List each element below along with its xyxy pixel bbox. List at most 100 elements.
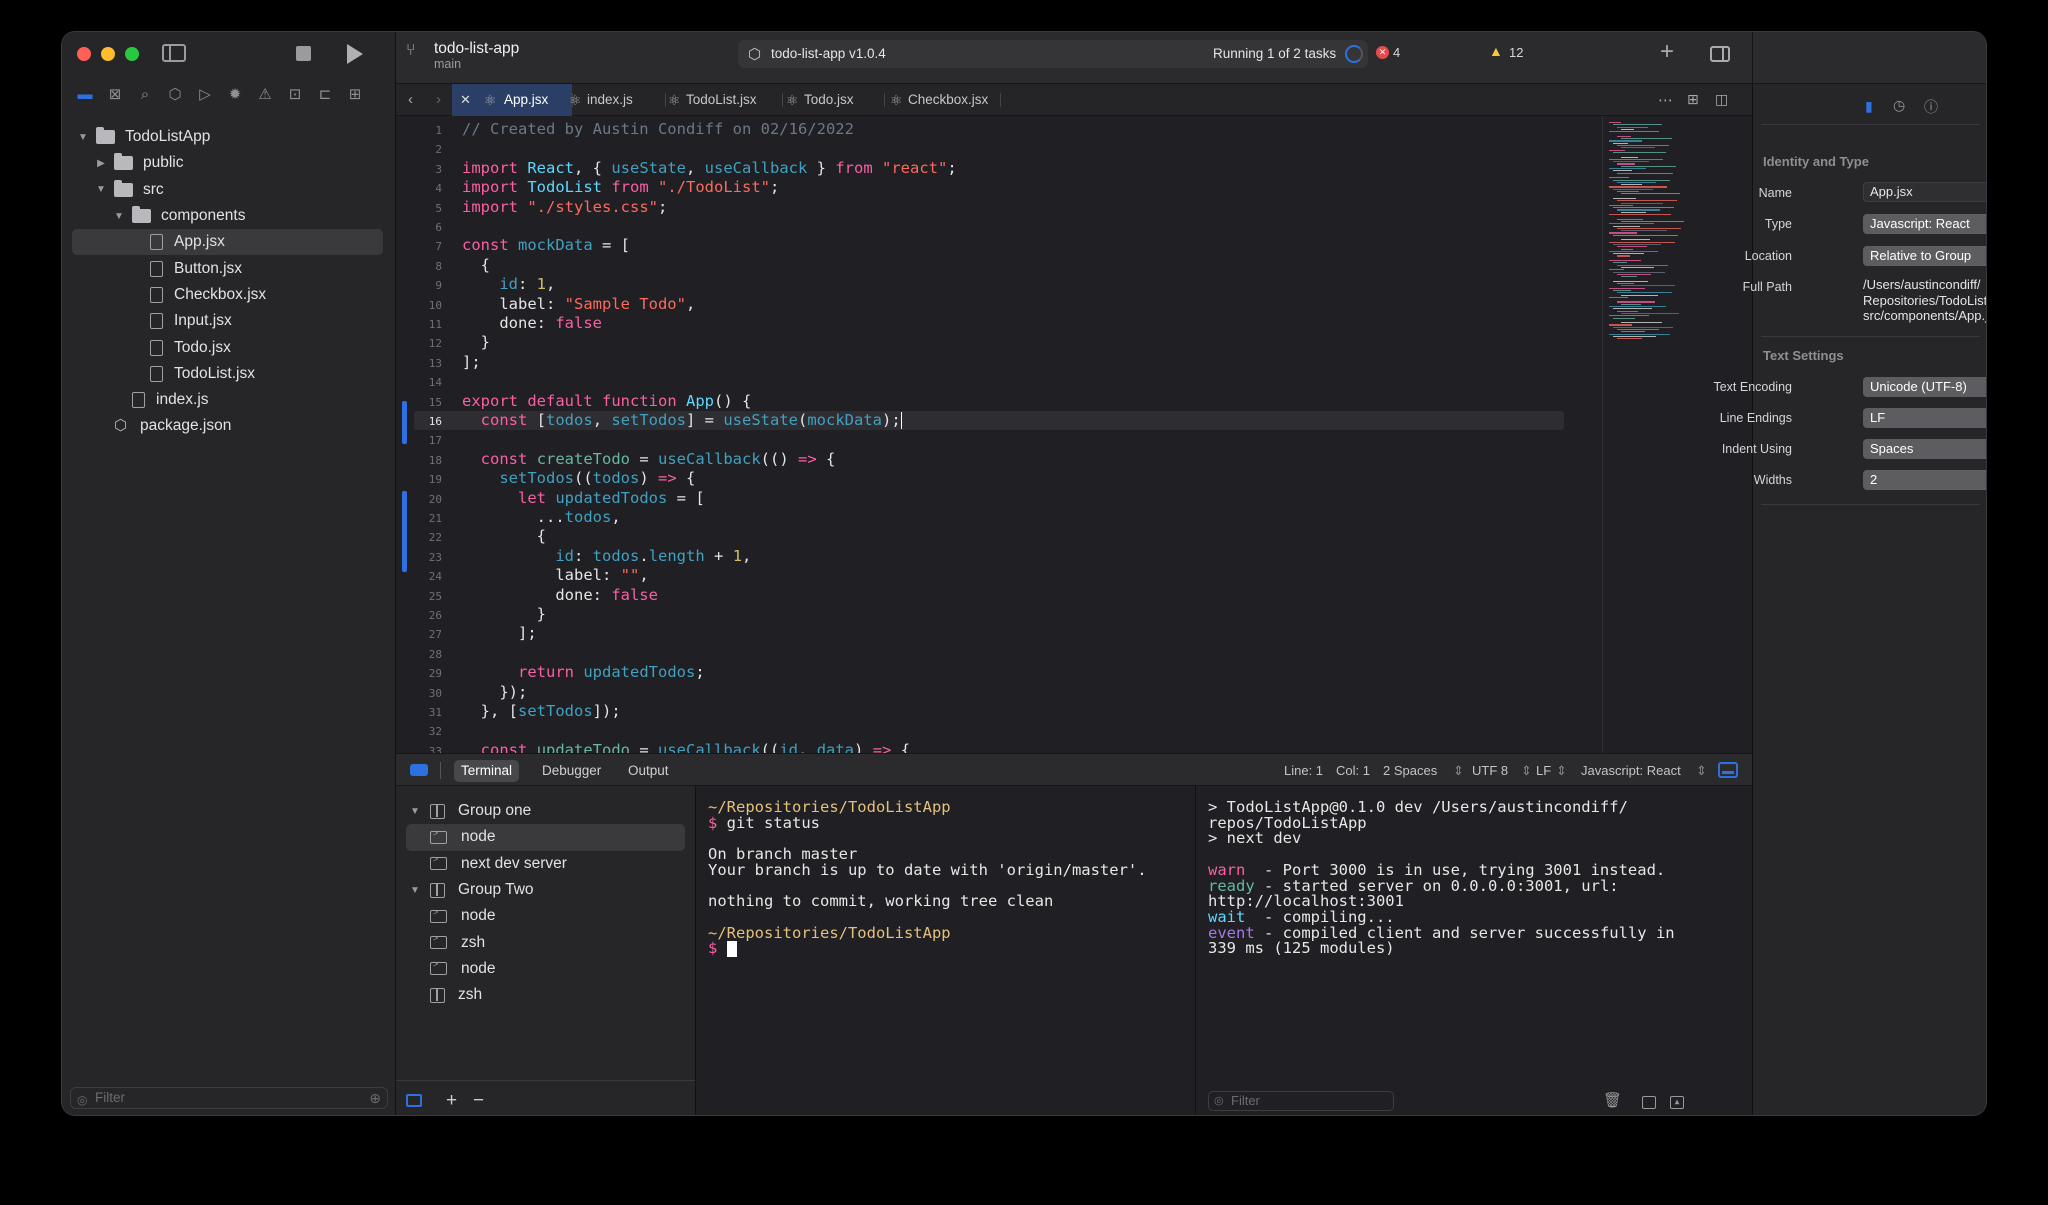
code-line[interactable]: done: false [462,586,658,604]
language-setting[interactable]: Javascript: React [1581,754,1681,787]
terminal-session-item[interactable]: ▼ Group Two [406,877,685,903]
warning-icon[interactable]: ▲ [1489,43,1503,59]
error-icon[interactable]: ✕ [1376,46,1389,59]
code-line[interactable]: label: "Sample Todo", [462,295,695,313]
navigator-filter-field[interactable]: ◎ Filter ⊕ [70,1087,388,1109]
code-line[interactable]: const mockData = [ [462,236,630,254]
warning-icon[interactable]: ⚠ [254,84,276,106]
tree-item[interactable]: Input.jsx [72,308,383,334]
terminal-session-item[interactable]: next dev server [406,851,685,877]
chevron-down-icon[interactable]: ▼ [410,806,424,817]
history-icon[interactable]: ◷ [1893,97,1905,114]
file-inspector-tab-icon[interactable]: ▮ [1865,98,1873,115]
source-control-icon[interactable]: ⊠ [104,84,126,106]
indent-setting[interactable]: 2 Spaces [1383,754,1437,787]
help-icon[interactable]: ⓘ [1924,97,1938,117]
language-chevron-icon[interactable]: ⇕ [1696,754,1707,787]
editor-tab[interactable]: ✕ ⚛ App.jsx [452,84,572,116]
chevron-right-icon[interactable]: ▶ [94,158,108,169]
line-endings-popup[interactable]: LF⇕ [1863,408,1986,428]
project-name[interactable]: todo-list-app [434,40,519,58]
encoding-popup[interactable]: Unicode (UTF-8)⇕ [1863,377,1986,397]
code-line[interactable]: { [462,527,546,545]
chevron-down-icon[interactable]: ▼ [410,885,424,896]
forward-chevron-icon[interactable]: › [436,91,441,108]
type-popup[interactable]: Javascript: React⇕ [1863,214,1986,234]
name-field[interactable]: App.jsx [1863,182,1986,202]
code-line[interactable]: label: "", [462,566,648,584]
folder-navigator-icon[interactable]: ▬ [74,84,96,106]
zoom-window-button[interactable] [125,47,139,61]
trash-icon[interactable]: 🗑 [1603,1091,1622,1109]
debug-bug-icon[interactable]: ✹ [224,84,246,106]
terminal-session-item[interactable]: zsh [406,982,685,1008]
code-line[interactable]: id: todos.length + 1, [462,547,751,565]
code-line[interactable]: export default function App() { [462,392,751,410]
chevron-down-icon[interactable]: ▼ [94,184,108,195]
terminal-pane-right[interactable]: > TodoListApp@0.1.0 dev /Users/austincon… [1196,786,1752,1115]
code-line[interactable]: ...todos, [462,508,621,526]
tree-item[interactable]: Button.jsx [72,255,383,281]
warning-count[interactable]: 12 [1509,45,1523,60]
minimize-window-button[interactable] [101,47,115,61]
split-editor-icon[interactable]: ◫ [1715,91,1728,108]
stop-icon[interactable] [296,46,311,61]
more-options-icon[interactable]: ⋯ [1658,91,1673,109]
terminal-session-item[interactable]: node [406,956,685,982]
scheme-selector[interactable]: todo-list-app v1.0.4 [771,46,886,61]
code-line[interactable]: import React, { useState, useCallback } … [462,159,957,177]
debug-panel-toggle-icon[interactable] [1718,762,1738,778]
tree-item[interactable]: TodoList.jsx [72,361,383,387]
code-line[interactable]: return updatedTodos; [462,663,705,681]
error-count[interactable]: 4 [1393,45,1400,60]
terminal-session-item[interactable]: zsh [406,929,685,955]
tree-item[interactable]: Checkbox.jsx [72,282,383,308]
code-line[interactable]: ]; [462,353,481,371]
terminal-session-item[interactable]: ▼ Group one [406,798,685,824]
widths-popup[interactable]: 2⇕ [1863,470,1986,490]
add-session-icon[interactable]: + [446,1090,457,1112]
maximize-terminal-icon[interactable]: ▲ [1670,1096,1684,1109]
close-tab-icon[interactable]: ✕ [460,84,471,116]
inspector-toggle-icon[interactable] [1710,46,1730,62]
add-icon[interactable]: + [1660,38,1674,66]
tab-debugger[interactable]: Debugger [535,760,608,782]
chevron-down-icon[interactable]: ▼ [112,211,126,222]
tab-terminal[interactable]: Terminal [454,760,520,782]
tab-output[interactable]: Output [621,760,676,782]
code-line[interactable]: } [462,333,490,351]
code-line[interactable]: } [462,605,546,623]
endings-chevron-icon[interactable]: ⇕ [1556,754,1567,787]
tree-item[interactable]: ▼ components [72,203,383,229]
code-line[interactable]: }); [462,683,527,701]
minimap[interactable] [1602,116,1752,753]
code-line[interactable]: }, [setTodos]); [462,702,621,720]
line-endings-setting[interactable]: LF [1536,754,1551,787]
tree-item[interactable]: ⬡ package.json [72,413,383,439]
tree-item[interactable]: index.js [72,387,383,413]
terminal-session-item[interactable]: node [406,903,685,929]
code-line[interactable]: let updatedTodos = [ [462,489,705,507]
add-editor-icon[interactable]: ⊞ [1687,91,1699,108]
code-line[interactable]: const updateTodo = useCallback((id, data… [462,741,910,753]
split-terminal-icon[interactable] [1642,1096,1656,1109]
editor-tab[interactable]: ⚛ Checkbox.jsx [876,84,1000,116]
tag-icon[interactable]: ⊏ [314,84,336,106]
back-chevron-icon[interactable]: ‹ [408,91,413,108]
debug-breakpoint-icon[interactable] [410,764,428,776]
tree-item[interactable]: App.jsx [72,229,383,256]
package-icon[interactable]: ⬡ [164,84,186,106]
location-popup[interactable]: Relative to Group⇕ [1863,246,1986,266]
code-line[interactable]: setTodos((todos) => { [462,469,695,487]
editor-tab[interactable]: ⚛ index.js [555,84,665,116]
editor-tab[interactable]: ⚛ TodoList.jsx [654,84,782,116]
remove-session-icon[interactable]: − [473,1090,484,1112]
run-tests-icon[interactable]: ▷ [194,84,216,106]
code-line[interactable]: done: false [462,314,602,332]
code-line[interactable]: const [todos, setTodos] = useState(mockD… [462,411,902,429]
indent-chevron-icon[interactable]: ⇕ [1453,754,1464,787]
terminal-session-item[interactable]: node [406,824,685,851]
add-filter-icon[interactable]: ⊕ [369,1088,381,1108]
terminal-filter-field[interactable]: ◎ Filter [1208,1091,1394,1111]
encoding-chevron-icon[interactable]: ⇕ [1521,754,1532,787]
